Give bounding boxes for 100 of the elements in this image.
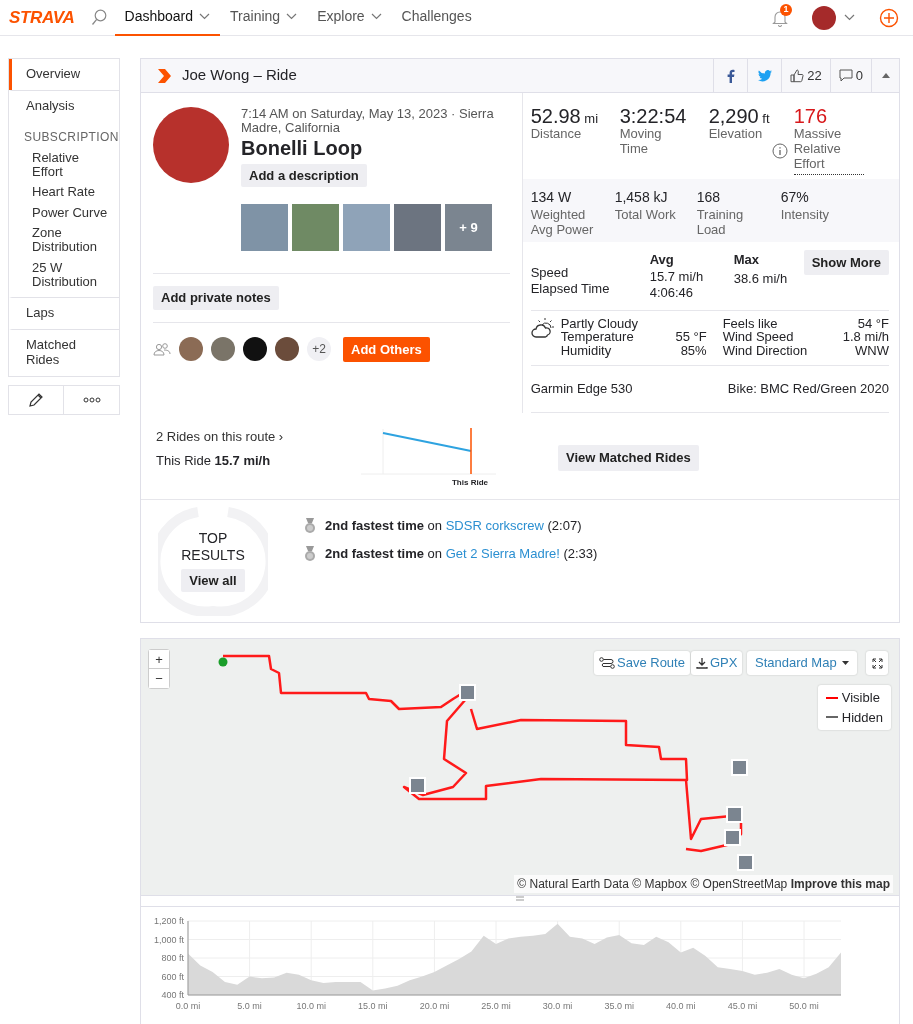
more-icon	[82, 397, 101, 404]
segment-link[interactable]: SDSR corkscrew	[445, 518, 544, 534]
activity-title: Joe Wong – Ride	[182, 65, 297, 86]
others-count[interactable]: +2	[307, 337, 331, 362]
legend-label: Hidden	[841, 708, 883, 727]
y-tick-label: 800 ft	[161, 953, 184, 964]
view-all-button[interactable]: View all	[181, 568, 245, 593]
map-action-button[interactable]: GPX	[691, 651, 743, 676]
table-cell-text: 15.7 mi/h	[649, 269, 705, 286]
stat-label: Training Load	[696, 207, 745, 238]
stat-value: 3:22:54	[619, 105, 688, 127]
nav-tab[interactable]: Challenges	[391, 0, 482, 36]
weather-label: Wind Direction	[722, 343, 809, 358]
x-tick-label: 50.0 mi	[789, 1001, 819, 1012]
photo-marker[interactable]	[737, 854, 754, 872]
download-icon	[696, 657, 708, 670]
map-attribution: © Natural Earth Data © Mapbox © OpenStreetMap Improve this map	[514, 875, 893, 894]
stat-value: 168	[696, 187, 721, 207]
nav-tab[interactable]: Training	[220, 0, 308, 36]
map-placeholder[interactable]: + − Save Route GPX Standard Map Visible Hidden © Natural Earth Data © Mapbox © OpenStreetMap Improve this map	[140, 638, 900, 897]
photo-marker[interactable]	[409, 777, 426, 795]
stat-value: 1,458 kJ	[614, 187, 669, 207]
sidebar-link[interactable]: Analysis	[9, 89, 119, 122]
map-action-button[interactable]: Save Route	[594, 651, 690, 676]
stat-label: Elevation	[708, 127, 764, 142]
nav-tab[interactable]: Explore	[307, 0, 392, 36]
photo-thumbnail[interactable]	[241, 204, 288, 252]
athlete-avatar[interactable]	[275, 337, 299, 362]
x-tick-label: 30.0 mi	[542, 1001, 573, 1012]
weather-label: Temperature	[560, 330, 634, 344]
stat-value: 2,290 ft	[708, 105, 771, 127]
sidebar-link[interactable]: 25 W Distribution	[9, 257, 119, 298]
x-tick-label: 35.0 mi	[604, 1001, 634, 1012]
stat-label: Distance	[530, 127, 583, 142]
rides-on-route-link[interactable]: 2 Rides on this route ›	[156, 429, 284, 445]
y-tick-label: 1,200 ft	[153, 916, 184, 927]
photo-thumbnail[interactable]	[394, 204, 441, 252]
weather-value: 54 °F	[856, 316, 889, 331]
photo-thumbnail[interactable]	[292, 204, 339, 252]
stat-value: 176	[793, 105, 829, 127]
y-tick-label: 400 ft	[161, 990, 184, 1001]
search-icon[interactable]	[90, 9, 107, 26]
weather-value: 85%	[679, 343, 707, 358]
this-ride-speed: This Ride 15.7 mi/h	[156, 451, 272, 470]
sidebar-link[interactable]: Laps	[9, 297, 119, 330]
photo-thumbnail[interactable]: + 9	[445, 204, 492, 252]
stat-label: Intensity	[780, 207, 831, 223]
nav-tab[interactable]: Dashboard	[114, 0, 221, 36]
view-matched-rides-button[interactable]: View Matched Rides	[558, 445, 699, 471]
x-tick-label: 20.0 mi	[419, 1001, 450, 1012]
activity-date-location: 7:14 AM on Saturday, May 13, 2023 · Sierra Madre, California	[241, 107, 495, 136]
edit-button[interactable]	[8, 385, 64, 416]
x-tick-label: 0.0 mi	[175, 1001, 201, 1012]
table-cell-text: 4:06:46	[649, 285, 695, 302]
medal-icon	[303, 517, 317, 535]
dropdown-caret-icon	[844, 14, 855, 21]
caret-down-icon	[842, 661, 850, 666]
photo-marker[interactable]	[731, 759, 748, 777]
stat-label: Massive Relative Effort	[793, 127, 864, 175]
avatar-circle[interactable]	[812, 5, 836, 30]
table-cell-text: 38.6 mi/h	[733, 270, 789, 289]
achievement-text: 2nd fastest time on Get 2 Sierra Madre! (2:33)	[325, 544, 598, 563]
zoom-in-button[interactable]: +	[149, 650, 169, 670]
stat-value: 134 W	[530, 187, 573, 207]
x-tick-label: 15.0 mi	[358, 1001, 388, 1012]
weather-label: Wind Speed	[722, 330, 795, 344]
fullscreen-button[interactable]	[866, 651, 888, 676]
add-private-notes-button[interactable]: Add private notes	[153, 286, 279, 310]
x-tick-label: 25.0 mi	[481, 1001, 511, 1012]
segment-link[interactable]: Get 2 Sierra Madre!	[445, 545, 560, 561]
facebook-icon	[726, 68, 735, 83]
sidebar-link[interactable]: Relative Effort	[9, 147, 119, 183]
photo-marker[interactable]	[459, 684, 476, 702]
comments-button[interactable]: 0	[829, 59, 871, 92]
sidebar-link[interactable]: Heart Rate	[9, 182, 119, 203]
sidebar-link[interactable]: Zone Distribution	[9, 223, 119, 258]
weather-value: WNW	[854, 343, 889, 358]
top-results-title: TOP RESULTS	[180, 529, 246, 565]
photo-marker[interactable]	[726, 806, 743, 824]
bike-name: Bike: BMC Red/Green 2020	[727, 379, 889, 398]
more-options-button[interactable]	[64, 385, 120, 416]
photo-thumbnail[interactable]	[343, 204, 390, 252]
x-tick-label: 40.0 mi	[666, 1001, 696, 1012]
add-description-button[interactable]: Add a description	[241, 163, 367, 188]
twitter-bird-icon	[757, 69, 772, 82]
kudos-button[interactable]: 22	[781, 59, 830, 92]
legend-label: Visible	[841, 689, 880, 708]
weather-value: 1.8 mi/h	[841, 330, 889, 344]
info-icon[interactable]	[771, 143, 788, 159]
athlete-avatar[interactable]	[243, 337, 267, 362]
plus-circle-icon[interactable]	[879, 7, 899, 28]
stat-value: 67%	[780, 187, 810, 207]
show-more-button[interactable]: Show More	[803, 249, 889, 276]
sidebar-link[interactable]: Overview	[9, 59, 119, 90]
resize-handle-icon[interactable]	[516, 896, 524, 902]
map-style-dropdown[interactable]: Standard Map	[747, 651, 858, 676]
sidebar-link[interactable]: Power Curve	[9, 202, 119, 224]
sidebar-link[interactable]: Matched Rides	[9, 329, 119, 377]
medal-icon	[303, 544, 317, 562]
photo-marker[interactable]	[724, 829, 741, 847]
